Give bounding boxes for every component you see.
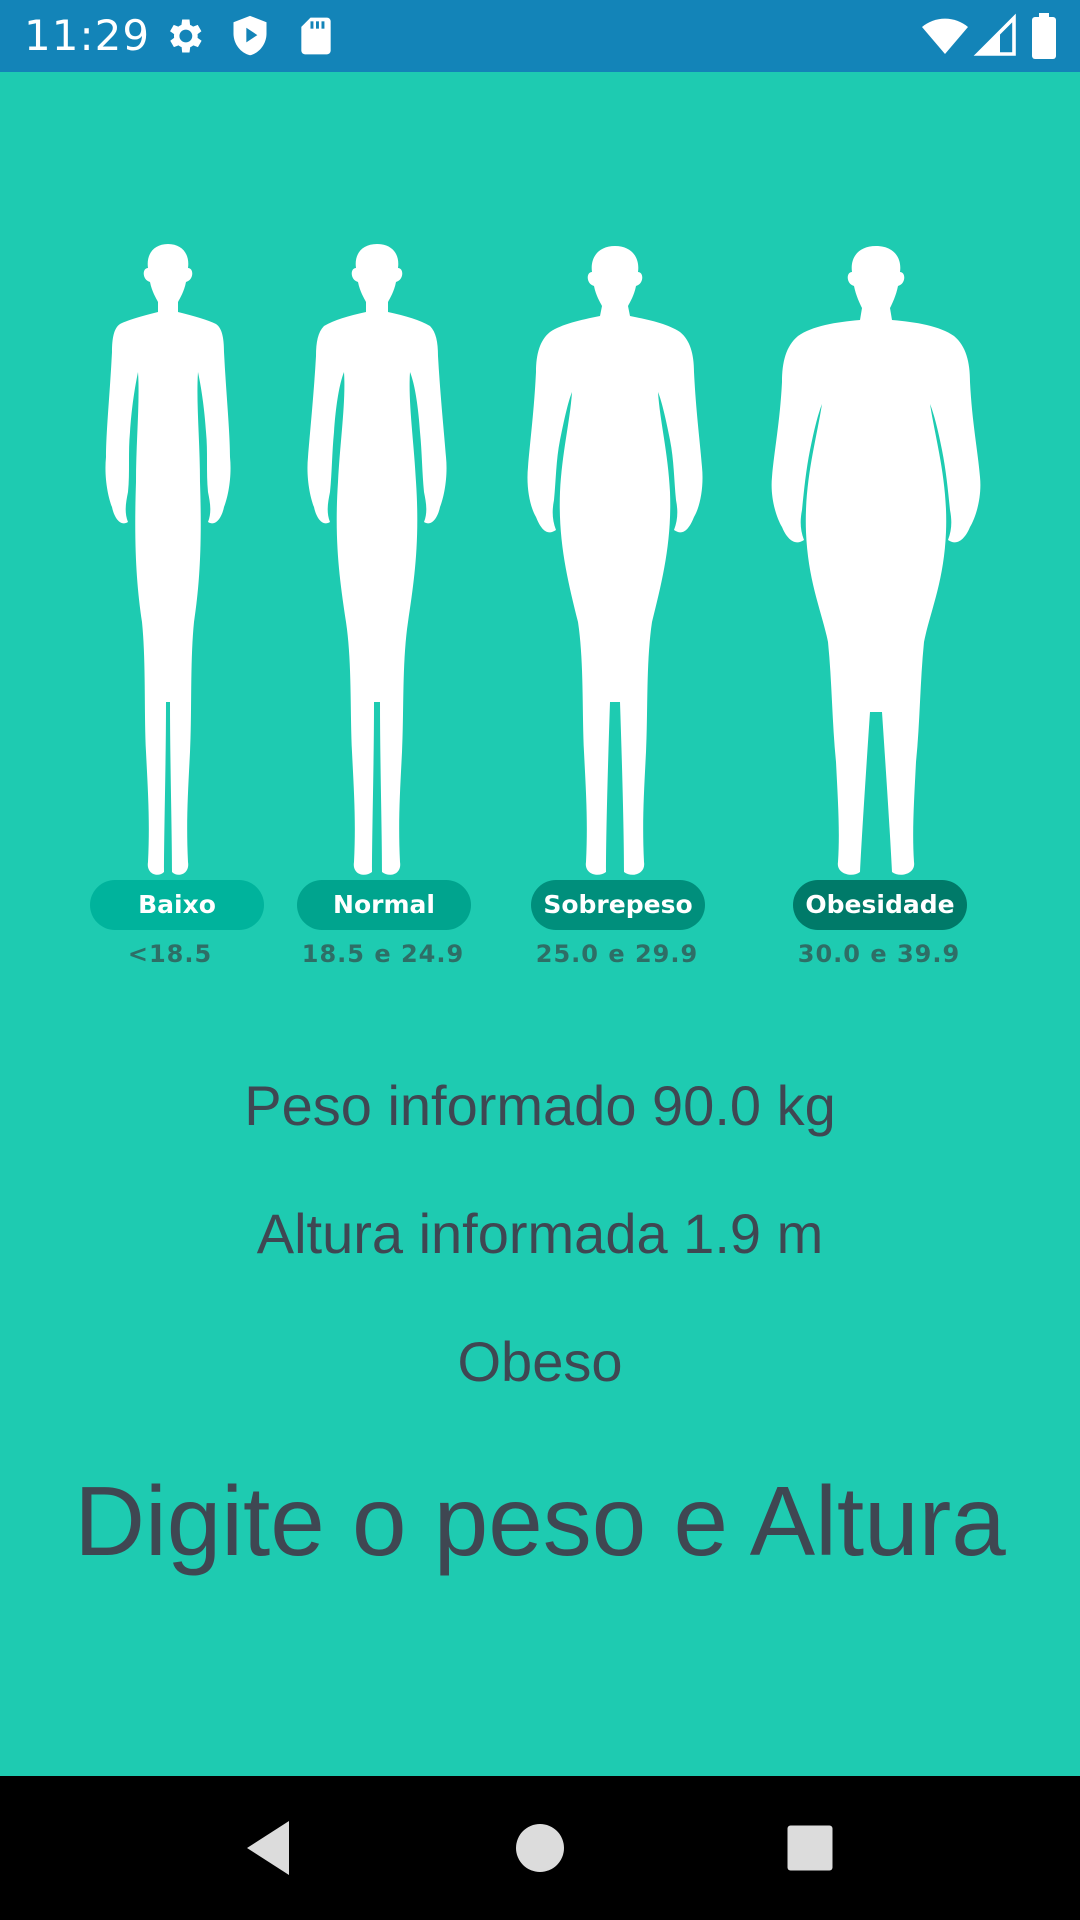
- screen: 11:29 Baixo Normal Sobrepeso Obesidade <…: [0, 0, 1080, 1920]
- classificacao-text: Obeso: [457, 1330, 623, 1393]
- recents-icon[interactable]: [774, 1812, 846, 1884]
- category-pill-baixo: Baixo: [90, 880, 264, 930]
- status-time: 11:29: [24, 11, 151, 60]
- shield-play-icon: [233, 15, 267, 56]
- body-silhouette-sobrepeso: [527, 246, 703, 875]
- category-range-sobrepeso: 25.0 e 29.9: [535, 940, 699, 968]
- signal-icon: [973, 13, 1016, 56]
- home-icon[interactable]: [504, 1812, 576, 1884]
- gear-icon: [170, 19, 202, 53]
- battery-icon: [1032, 13, 1056, 59]
- category-range-normal: 18.5 e 24.9: [301, 940, 465, 968]
- category-range-obesidade: 30.0 e 39.9: [797, 940, 961, 968]
- back-icon[interactable]: [232, 1812, 304, 1884]
- body-silhouette-normal: [307, 244, 447, 875]
- content-area: Baixo Normal Sobrepeso Obesidade <18.5 1…: [0, 72, 1080, 1776]
- category-range-baixo: <18.5: [127, 940, 213, 968]
- wifi-icon: [922, 18, 968, 55]
- sd-card-icon: [301, 17, 331, 55]
- navigation-bar: [0, 1776, 1080, 1920]
- status-bar: 11:29: [0, 0, 1080, 72]
- body-silhouette-baixo: [105, 244, 231, 875]
- peso-informado-text: Peso informado 90.0 kg: [244, 1074, 836, 1137]
- category-pill-normal: Normal: [297, 880, 471, 930]
- instrucao-text: Digite o peso e Altura: [74, 1466, 1006, 1576]
- body-silhouette-obesidade: [771, 246, 981, 875]
- altura-informada-text: Altura informada 1.9 m: [256, 1202, 824, 1265]
- category-pill-sobrepeso: Sobrepeso: [531, 880, 705, 930]
- category-pill-obesidade: Obesidade: [793, 880, 967, 930]
- bmi-illustration: Baixo Normal Sobrepeso Obesidade <18.5 1…: [80, 242, 1000, 982]
